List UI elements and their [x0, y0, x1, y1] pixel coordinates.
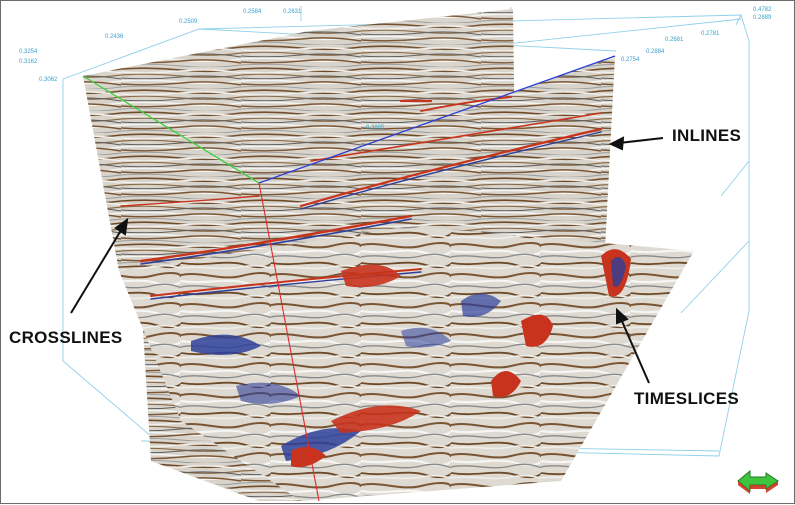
timeslices-label: TIMESLICES [634, 389, 740, 408]
viewport[interactable]: 0.3254 0.3162 0.3062 0.2436 0.2509 0.258… [0, 0, 795, 504]
tick-left-third: 0.3062 [39, 77, 58, 83]
tick-right-2: 0.2884 [646, 49, 665, 55]
tick-top-2: 0.2509 [179, 19, 198, 25]
tick-top-6: 0.2681 [665, 37, 684, 43]
tick-right-far-2: 0.2889 [753, 15, 772, 21]
tick-right-1: 0.2754 [621, 57, 640, 63]
inlines-label: INLINES [672, 126, 742, 145]
3d-orientation-arrow-icon[interactable] [736, 467, 780, 495]
tick-top-1: 0.2436 [105, 34, 124, 40]
tick-mid-1: 0.3885 [366, 125, 385, 131]
seismic-3d-scene[interactable]: 0.3254 0.3162 0.3062 0.2436 0.2509 0.258… [1, 1, 795, 505]
crosslines-label: CROSSLINES [9, 328, 123, 347]
tick-top-3: 0.2584 [243, 9, 262, 15]
tick-top-4: 0.2631 [283, 9, 302, 15]
tick-right-far-1: 0.4782 [753, 7, 772, 13]
tick-left-second: 0.3162 [19, 59, 38, 65]
tick-top-5: 0.2781 [701, 31, 720, 37]
tick-left-top: 0.3254 [19, 49, 38, 55]
